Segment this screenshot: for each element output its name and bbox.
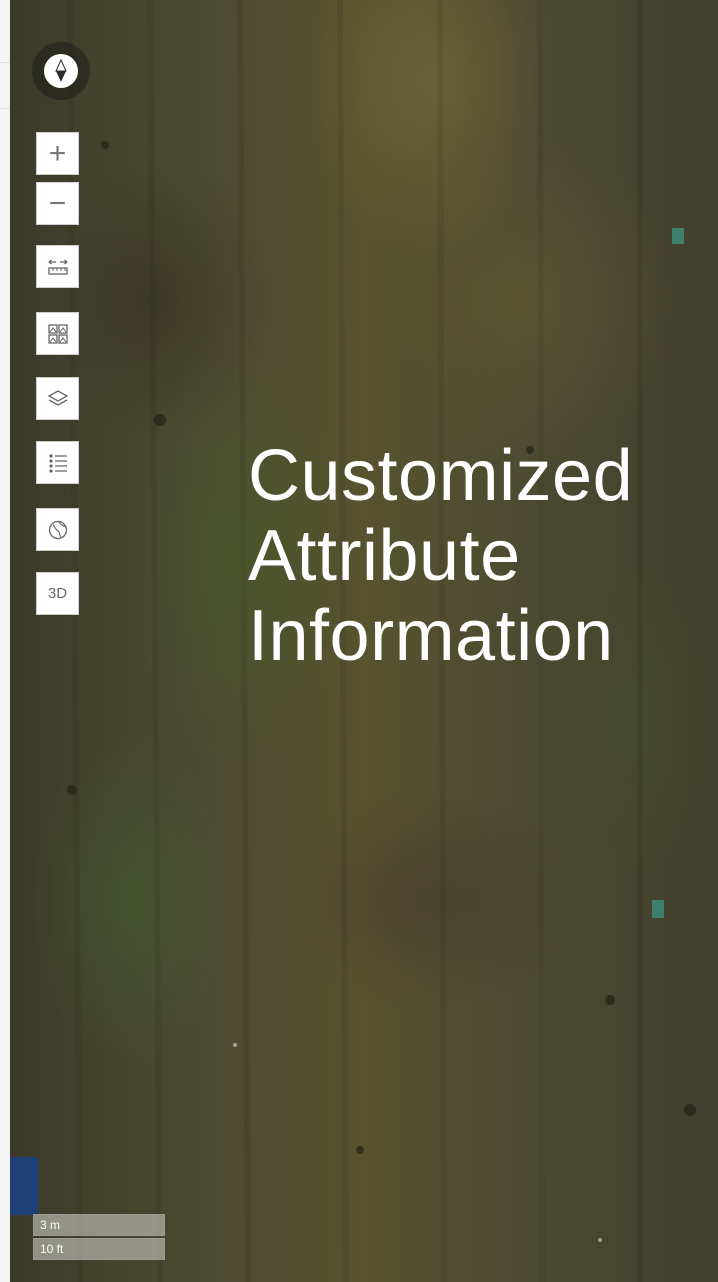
zoom-out-button[interactable]: − [36,182,79,225]
basemap-gallery-button[interactable] [36,312,79,355]
scale-imperial: 10 ft [33,1238,165,1260]
basemap-grid-icon [47,323,68,344]
scale-metric: 3 m [33,1214,165,1236]
ruler-icon [47,258,68,275]
layers-button[interactable] [36,377,79,420]
caption-line-3: Information [248,596,614,676]
scale-bar: 3 m 10 ft [10,1157,165,1260]
plus-icon: + [48,136,67,170]
3d-view-button[interactable]: 3D [36,572,79,615]
legend-button[interactable] [36,441,79,484]
list-icon [48,453,67,473]
compass-button[interactable] [32,42,90,100]
side-panel-edge [0,0,10,1282]
compass-icon [44,54,78,88]
divider [0,108,10,109]
measure-button[interactable] [36,245,79,288]
overlay-caption: Customized Attribute Information [248,436,718,676]
caption-line-1: Customized [248,436,634,516]
minus-icon: − [48,186,67,220]
divider [0,62,10,63]
caption-line-2: Attribute [248,516,521,596]
3d-label: 3D [47,585,68,602]
globe-button[interactable] [36,508,79,551]
zoom-in-button[interactable]: + [36,132,79,175]
map-marker [10,1157,38,1215]
globe-icon [48,520,67,539]
layers-icon [47,389,68,406]
